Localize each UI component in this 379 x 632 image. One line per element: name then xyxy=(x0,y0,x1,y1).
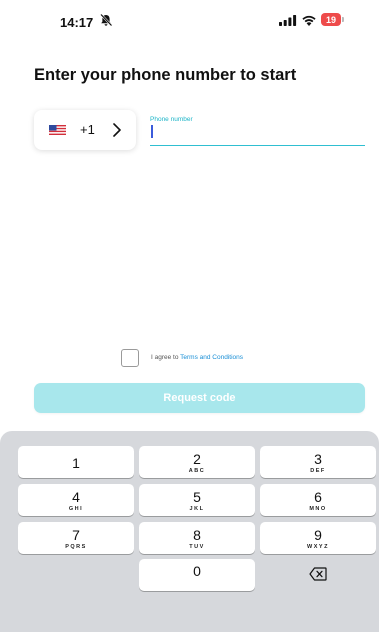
key-2[interactable]: 2 ABC xyxy=(139,446,255,478)
numeric-keypad: 1 2 ABC 3 DEF 4 GHI 5 JKL 6 MNO 7 PQRS 8… xyxy=(0,431,379,632)
key-9[interactable]: 9 WXYZ xyxy=(260,522,376,554)
terms-agreement-text: I agree to Terms and Conditions xyxy=(151,354,243,361)
wifi-icon xyxy=(302,15,316,26)
dial-code: +1 xyxy=(80,122,95,137)
key-letters: WXYZ xyxy=(307,544,329,550)
key-letters: DEF xyxy=(310,468,326,474)
input-underline xyxy=(150,145,365,146)
page-title: Enter your phone number to start xyxy=(34,66,297,84)
request-code-button[interactable]: Request code xyxy=(34,383,365,413)
key-digit: 0 xyxy=(193,563,201,579)
text-caret xyxy=(151,125,153,138)
key-letters: JKL xyxy=(189,506,205,512)
key-digit: 6 xyxy=(314,489,322,505)
backspace-icon xyxy=(309,567,327,581)
key-digit: 5 xyxy=(193,489,201,505)
delete-key[interactable] xyxy=(260,559,376,591)
key-digit: 9 xyxy=(314,527,322,543)
key-letters: PQRS xyxy=(65,544,87,550)
key-4[interactable]: 4 GHI xyxy=(18,484,134,516)
phone-number-field[interactable]: Phone number xyxy=(150,112,365,146)
key-letters: ABC xyxy=(188,468,206,474)
key-1[interactable]: 1 xyxy=(18,446,134,478)
key-6[interactable]: 6 MNO xyxy=(260,484,376,516)
key-digit: 1 xyxy=(72,455,80,471)
chevron-right-icon xyxy=(113,123,121,137)
key-letters: MNO xyxy=(309,506,327,512)
key-7[interactable]: 7 PQRS xyxy=(18,522,134,554)
key-digit: 3 xyxy=(314,451,322,467)
terms-checkbox[interactable] xyxy=(121,349,139,367)
signal-icon xyxy=(279,15,297,26)
bell-slash-icon xyxy=(100,13,113,27)
key-digit: 2 xyxy=(193,451,201,467)
key-letters: TUV xyxy=(189,544,205,550)
phone-number-label: Phone number xyxy=(150,116,193,123)
key-3[interactable]: 3 DEF xyxy=(260,446,376,478)
key-digit: 7 xyxy=(72,527,80,543)
key-0[interactable]: 0 xyxy=(139,559,255,591)
us-flag-icon xyxy=(49,125,66,135)
key-digit: 4 xyxy=(72,489,80,505)
key-8[interactable]: 8 TUV xyxy=(139,522,255,554)
key-letters: GHI xyxy=(68,506,84,512)
status-time: 14:17 xyxy=(60,15,94,30)
agree-prefix: I agree to xyxy=(151,354,181,361)
status-bar: 14:17 19 xyxy=(0,0,379,40)
phone-number-input[interactable] xyxy=(150,124,365,144)
battery-level: 19 xyxy=(321,13,341,26)
key-5[interactable]: 5 JKL xyxy=(139,484,255,516)
terms-and-conditions-link[interactable]: Terms and Conditions xyxy=(180,354,243,361)
battery-icon: 19 xyxy=(321,13,345,26)
country-code-picker[interactable]: +1 xyxy=(34,110,136,150)
key-digit: 8 xyxy=(193,527,201,543)
